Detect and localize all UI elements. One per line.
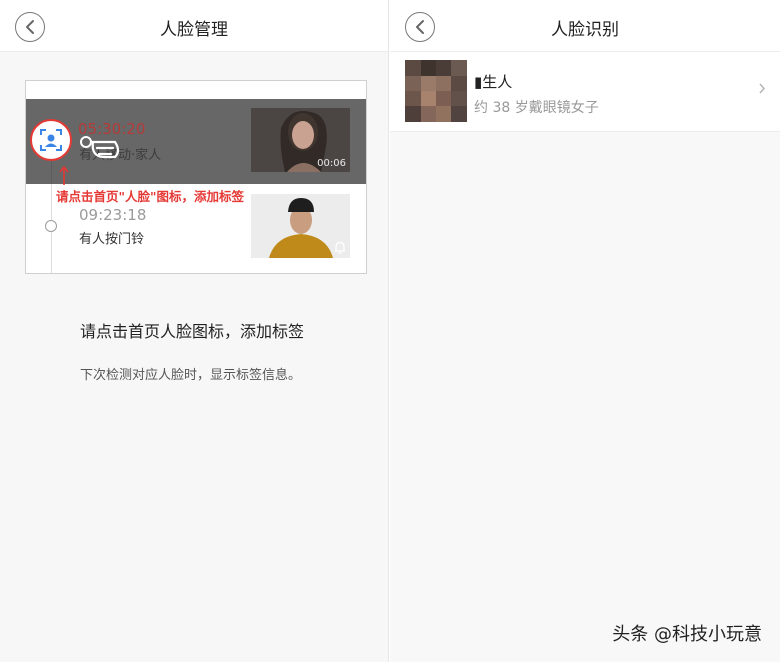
- face-description: 约 38 岁戴眼镜女子: [474, 100, 599, 116]
- page-title: 人脸识别: [551, 20, 619, 40]
- page-title: 人脸管理: [160, 20, 228, 40]
- event-description: 有人按门铃: [79, 232, 145, 247]
- face-avatar: [405, 60, 467, 122]
- navbar: 人脸识别: [390, 0, 780, 52]
- face-name: ▮生人: [474, 73, 513, 91]
- chevron-right-icon: [759, 83, 766, 94]
- face-management-pane: 人脸管理 05:30:20 有人移动·家人 00:06 请点击首页"人脸"图标，…: [0, 0, 389, 662]
- face-list-item[interactable]: ▮生人 约 38 岁戴眼镜女子: [390, 52, 780, 132]
- timeline-node: [45, 220, 57, 232]
- instruction-text: 请点击首页人脸图标，添加标签: [80, 322, 305, 341]
- event-thumbnail: 00:06: [251, 108, 350, 172]
- instruction-subtext: 下次检测对应人脸时，显示标签信息。: [80, 368, 302, 383]
- up-arrow-icon: [59, 165, 69, 185]
- bell-icon: [335, 241, 345, 254]
- pointing-hand-icon: [80, 136, 120, 159]
- face-button-highlight[interactable]: [30, 119, 72, 161]
- tutorial-preview-card: 05:30:20 有人移动·家人 00:06 请点击首页"人脸"图标，添加标签 …: [25, 80, 367, 274]
- event-time: 09:23:18: [79, 206, 147, 224]
- video-duration: 00:06: [317, 158, 346, 169]
- face-scan-icon: [40, 129, 62, 151]
- hint-text: 请点击首页"人脸"图标，添加标签: [56, 189, 245, 204]
- navbar: 人脸管理: [0, 0, 388, 52]
- watermark: 头条 @科技小玩意: [612, 624, 762, 645]
- event-thumbnail: [251, 194, 350, 258]
- face-recognition-pane: 人脸识别 ▮生人 约 38 岁戴眼镜女子 头条 @科技小玩意: [390, 0, 780, 662]
